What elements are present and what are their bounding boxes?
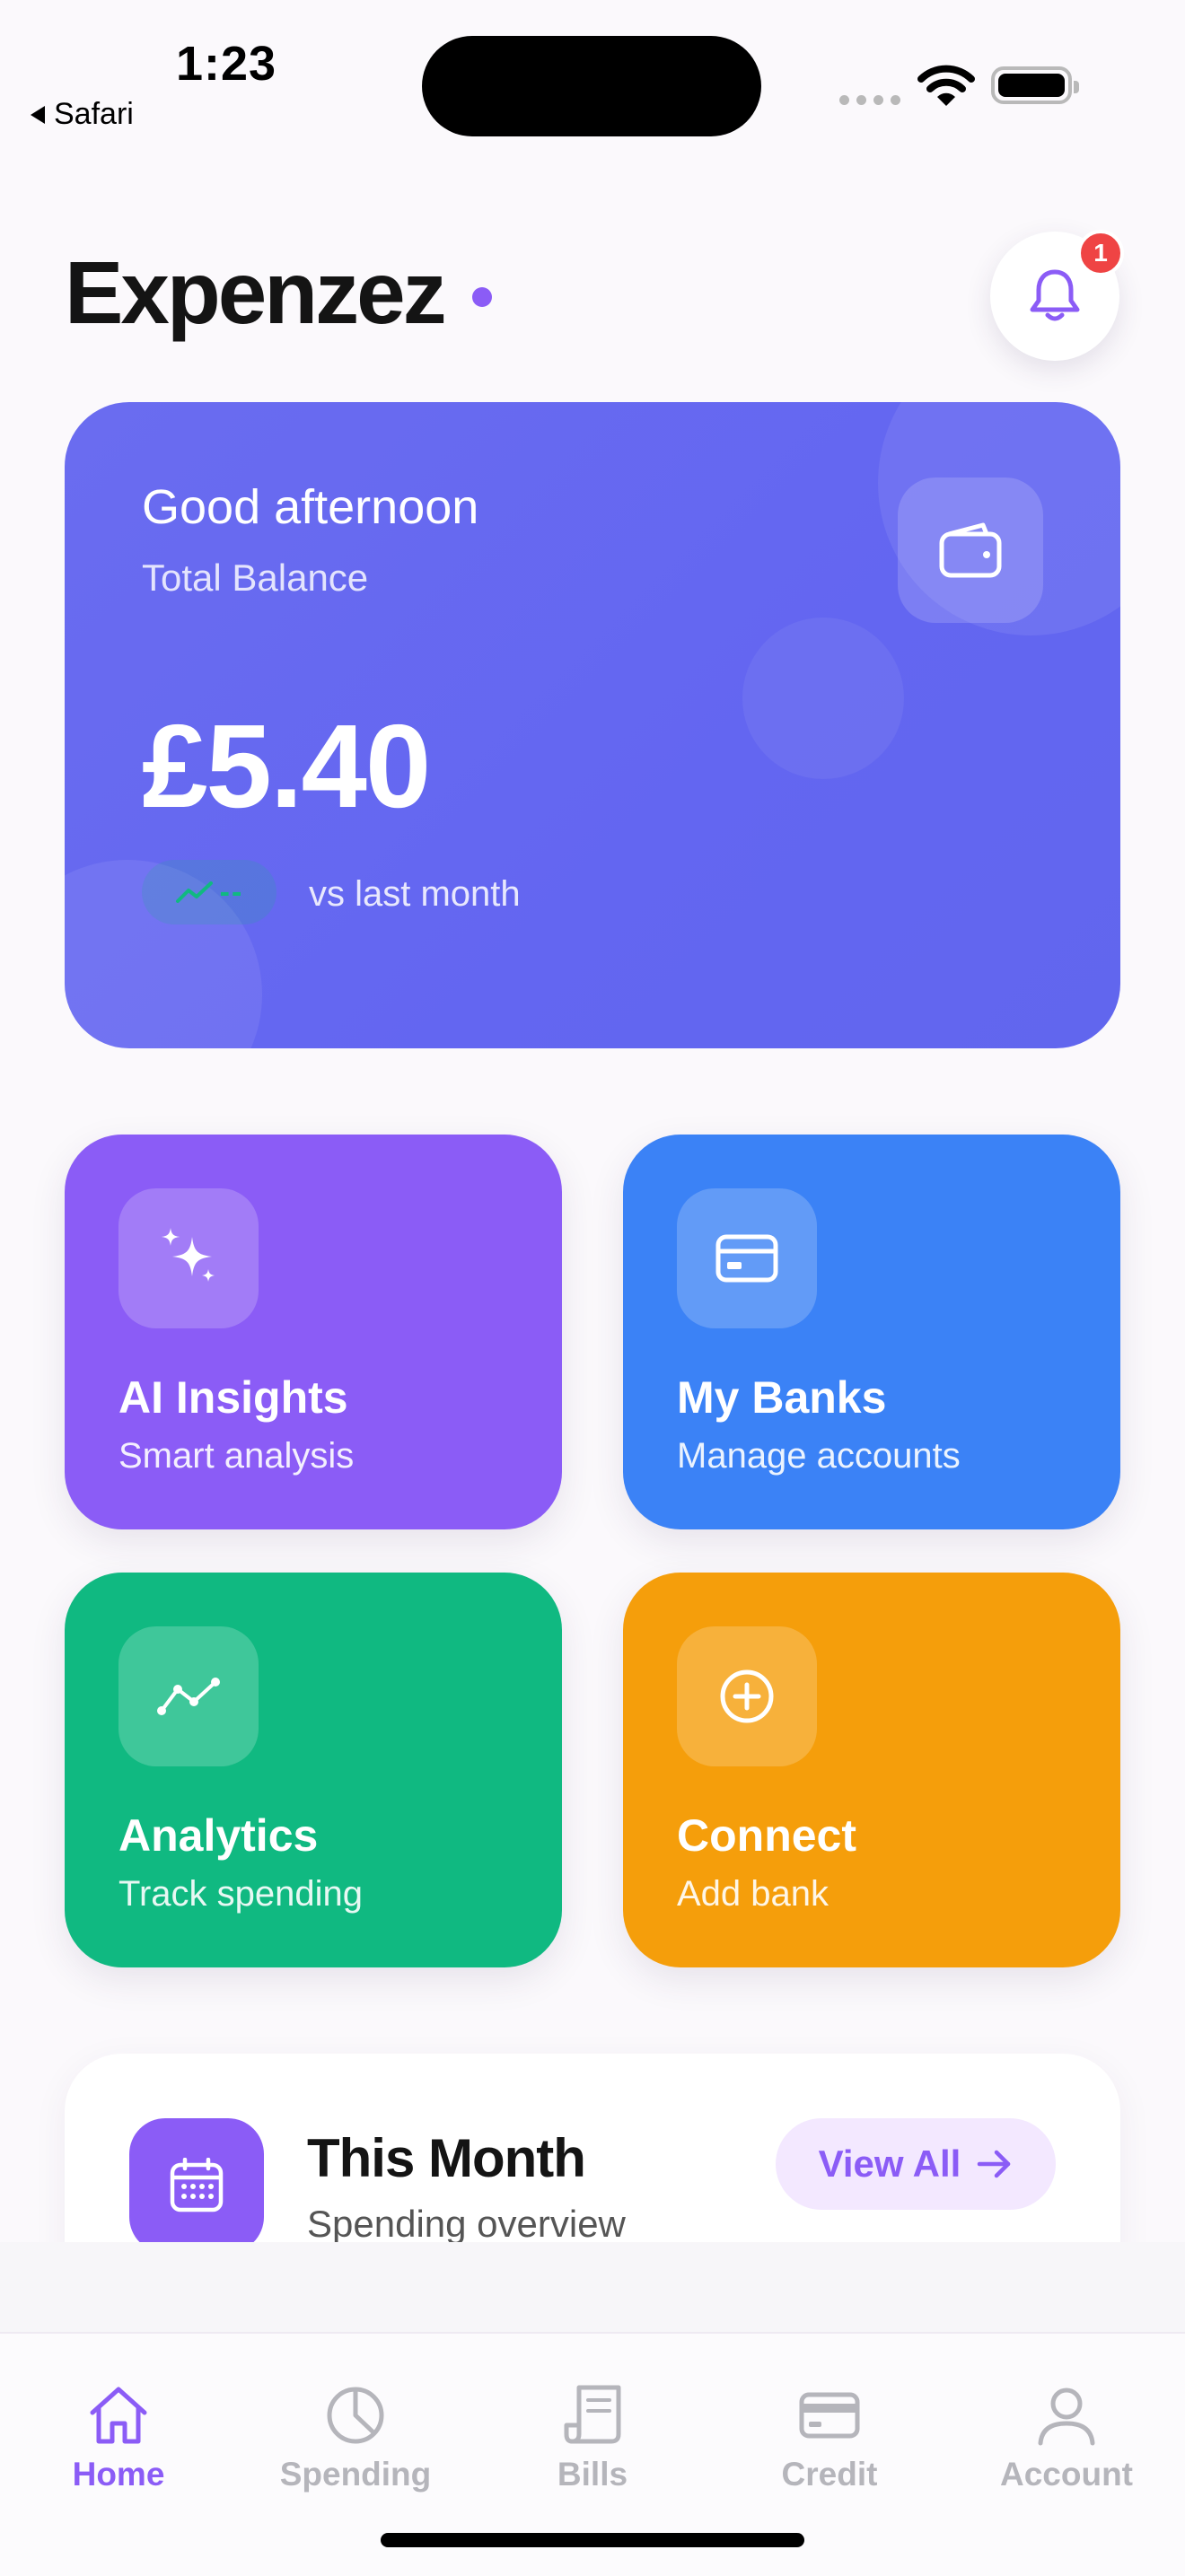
back-app-label: Safari <box>54 97 134 131</box>
notification-badge: 1 <box>1077 230 1124 276</box>
wifi-icon <box>917 65 975 106</box>
tile-icon-box <box>677 1188 817 1328</box>
back-to-safari[interactable]: Safari <box>31 97 134 132</box>
credit-card-icon <box>799 2392 860 2439</box>
wallet-icon <box>939 522 1002 578</box>
status-time: 1:23 <box>176 37 277 91</box>
home-icon <box>90 2387 147 2444</box>
bell-icon <box>1030 269 1080 321</box>
balance-card[interactable]: Good afternoon Total Balance £5.40 -- vs… <box>65 402 1120 1048</box>
tile-icon-box <box>118 1626 259 1766</box>
tile-subtitle: Add bank <box>677 1874 830 1914</box>
dynamic-island <box>422 36 761 136</box>
tile-title: My Banks <box>677 1372 887 1423</box>
tab-label: Home <box>72 2456 165 2493</box>
greeting-text: Good afternoon <box>142 480 479 534</box>
tab-label: Spending <box>279 2456 432 2493</box>
tile-ai-insights[interactable]: AI Insights Smart analysis <box>65 1135 562 1529</box>
plus-circle-icon <box>720 1669 774 1723</box>
tab-label: Bills <box>557 2456 628 2493</box>
app-title: Expenzez <box>65 243 447 342</box>
tile-my-banks[interactable]: My Banks Manage accounts <box>623 1135 1120 1529</box>
tile-icon-box <box>677 1626 817 1766</box>
back-triangle-icon <box>31 105 45 124</box>
tab-spending[interactable]: Spending <box>257 2382 454 2493</box>
tab-bills[interactable]: Bills <box>494 2382 691 2493</box>
battery-icon <box>991 66 1079 104</box>
trend-line-icon <box>157 1678 220 1715</box>
calendar-icon <box>170 2158 224 2212</box>
tab-account[interactable]: Account <box>968 2382 1165 2493</box>
calendar-badge <box>129 2118 264 2253</box>
scroll-fade <box>0 2242 1185 2332</box>
trend-up-icon <box>175 881 213 903</box>
section-subtitle: Spending overview <box>307 2203 626 2245</box>
wallet-button[interactable] <box>898 478 1043 623</box>
section-title: This Month <box>307 2128 586 2188</box>
trend-badge: -- <box>142 860 276 924</box>
tab-credit[interactable]: Credit <box>731 2382 928 2493</box>
tile-title: AI Insights <box>118 1372 348 1423</box>
receipt-icon <box>564 2385 621 2444</box>
tile-title: Connect <box>677 1810 856 1861</box>
tile-icon-box <box>118 1188 259 1328</box>
user-icon <box>1038 2388 1095 2446</box>
balance-label: Total Balance <box>142 556 369 599</box>
home-indicator <box>381 2533 804 2547</box>
comparison-text: vs last month <box>309 874 521 914</box>
cellular-signal-icon <box>839 95 900 105</box>
tile-title: Analytics <box>118 1810 319 1861</box>
view-all-label: View All <box>818 2142 961 2185</box>
sparkles-icon <box>162 1228 215 1282</box>
trend-value: -- <box>219 874 244 909</box>
balance-amount: £5.40 <box>142 700 431 832</box>
credit-card-icon <box>715 1234 778 1283</box>
arrow-right-icon <box>978 2150 1011 2178</box>
tile-connect[interactable]: Connect Add bank <box>623 1573 1120 1967</box>
tab-home[interactable]: Home <box>20 2382 217 2493</box>
tile-subtitle: Track spending <box>118 1874 363 1914</box>
brand-dot <box>472 287 492 307</box>
tile-analytics[interactable]: Analytics Track spending <box>65 1573 562 1967</box>
pie-chart-icon <box>327 2387 384 2444</box>
tab-label: Account <box>1000 2456 1133 2493</box>
tile-subtitle: Smart analysis <box>118 1436 355 1476</box>
tab-label: Credit <box>781 2456 878 2493</box>
tile-subtitle: Manage accounts <box>677 1436 961 1476</box>
view-all-button[interactable]: View All <box>776 2118 1056 2210</box>
decorative-circle <box>742 618 904 779</box>
